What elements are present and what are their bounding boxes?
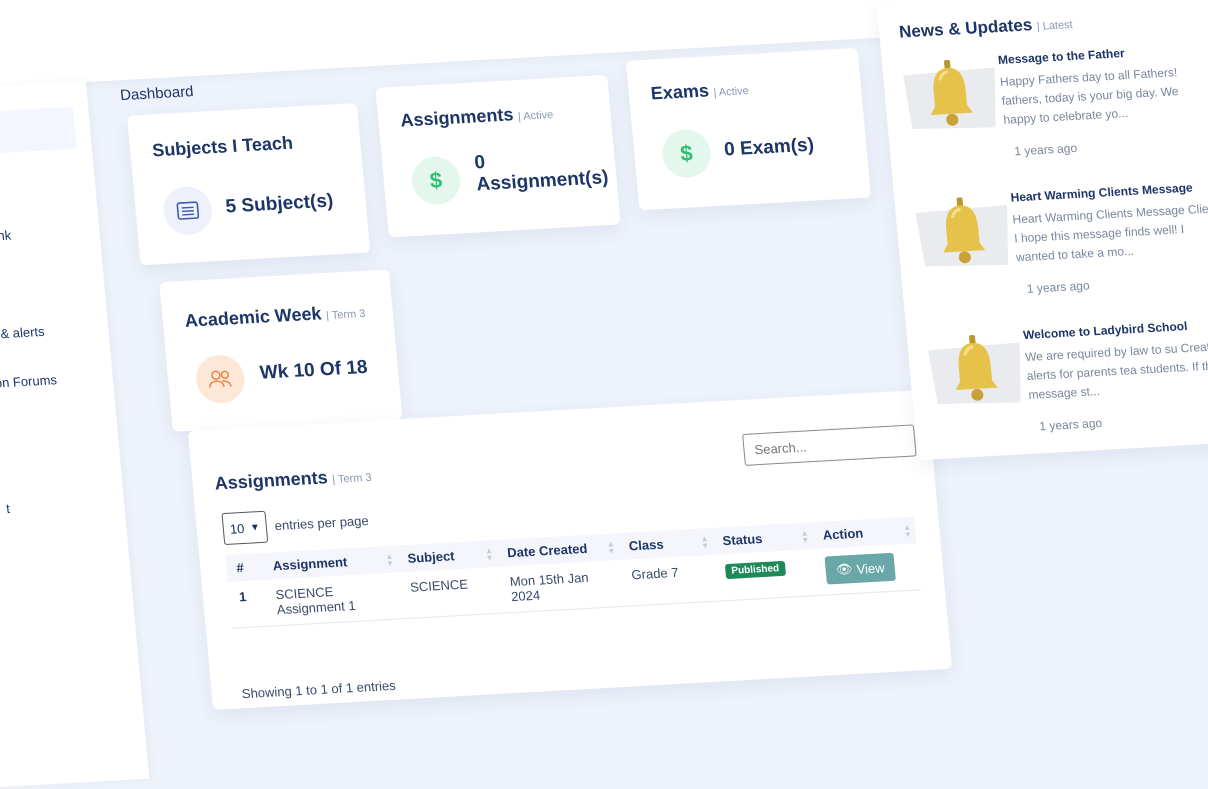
news-item[interactable]: Heart Warming Clients Message Heart Warm… [914,180,1208,319]
academic-week-title: Academic Week [183,303,323,331]
dollar-icon: $ [409,155,463,206]
academic-week-value: Wk 10 Of 18 [258,356,369,384]
assignments-table-card: Assignments | Term 3 10 ▼ entries per pa… [187,389,953,710]
entries-value: 10 [229,520,245,537]
news-item-title[interactable]: Welcome to Ladybird School [1022,319,1187,342]
exams-card[interactable]: Exams | Active $ 0 Exam(s) [625,47,872,211]
sort-icon[interactable]: ▲ ▼ [903,523,912,539]
dollar-icon: $ [660,128,713,179]
cell-assignment: SCIENCE Assignment 1 [274,584,357,618]
exams-card-title: Exams [649,80,710,104]
chevron-down-icon: ▼ [249,521,261,534]
col-header-class[interactable]: Class ▲ ▼ [618,528,714,560]
academic-week-tag: | Term 3 [325,307,366,323]
subjects-card-title: Subjects I Teach [151,132,294,161]
view-button[interactable]: 👁 View [824,552,896,585]
cell-status: Published [714,549,818,601]
assignments-table: # Assignment ▲ ▼ Subject ▲ ▼ Date Created ▲ ▼ … [225,516,921,629]
news-card: News & Updates | Latest Message to the F… [876,0,1208,461]
entries-label: entries per page [274,513,370,534]
cell-date: Mon 15th Jan 2024 [509,569,590,605]
assignments-card-title: Assignments [399,104,515,131]
subjects-card[interactable]: Subjects I Teach 5 Subject(s) [127,102,371,266]
dashboard-scene: n Bank nt s & alerts on Forums t Dashboa… [0,0,1208,789]
eye-icon: 👁 [835,561,854,577]
assignments-table-tag: | Term 3 [331,471,373,486]
news-item-body: Heart Warming Clients Message Client, I … [1011,200,1208,265]
sidebar [0,81,150,789]
col-header-action[interactable]: Action ▲ ▼ [812,517,917,550]
news-item-title[interactable]: Message to the Father [997,46,1125,67]
sort-icon[interactable]: ▲ ▼ [606,539,615,555]
bell-icon [930,59,973,126]
sidebar-item[interactable]: Bank [0,228,12,245]
col-header-status[interactable]: Status ▲ ▼ [711,522,814,555]
sort-icon[interactable]: ▲ ▼ [385,552,394,568]
exams-count: 0 Exam(s) [723,134,815,161]
cell-class: Grade 7 [630,564,680,583]
news-item-time: 1 years ago [1013,140,1078,159]
news-item-time: 1 years ago [1038,415,1103,434]
search-input[interactable] [742,424,917,466]
col-header: # [235,560,245,576]
assignments-table-title: Assignments [213,467,329,494]
list-icon [161,185,215,236]
subjects-count: 5 Subject(s) [224,190,335,218]
sidebar-item[interactable]: t [6,501,11,516]
academic-week-card[interactable]: Academic Week | Term 3 Wk 10 Of 18 [159,269,403,432]
assignments-card[interactable]: Assignments | Active $ 0 Assignment(s) [375,74,621,238]
cell-action: 👁 View [814,543,921,595]
page-title: Dashboard [119,83,195,105]
cell-num: 1 [238,588,247,605]
sort-icon[interactable]: ▲ ▼ [485,546,494,562]
cell-subject: SCIENCE [409,576,469,595]
sidebar-item[interactable]: s & alerts [0,324,45,342]
col-header-subject[interactable]: Subject ▲ ▼ [396,540,498,572]
bell-icon [943,197,986,264]
news-item-body: Happy Fathers day to all Fathers! father… [999,65,1180,127]
exams-card-tag: | Active [713,85,750,100]
users-icon [194,353,247,405]
bell-icon [955,334,998,401]
sort-icon[interactable]: ▲ ▼ [800,528,809,544]
assignments-card-tag: | Active [517,109,554,123]
table-footer: Showing 1 to 1 of 1 entries [241,677,397,702]
sort-icon[interactable]: ▲ ▼ [700,534,709,550]
news-item-body: We are required by law to su Create aler… [1024,339,1208,402]
news-item[interactable]: Welcome to Ladybird School We are requir… [927,319,1208,457]
news-item[interactable]: Message to the Father Happy Fathers day … [902,45,1208,182]
news-tag: | Latest [1036,18,1074,33]
entries-select[interactable]: 10 ▼ [221,510,269,546]
status-badge: Published [724,560,786,580]
news-title: News & Updates [898,15,1034,42]
news-item-time: 1 years ago [1026,278,1091,296]
